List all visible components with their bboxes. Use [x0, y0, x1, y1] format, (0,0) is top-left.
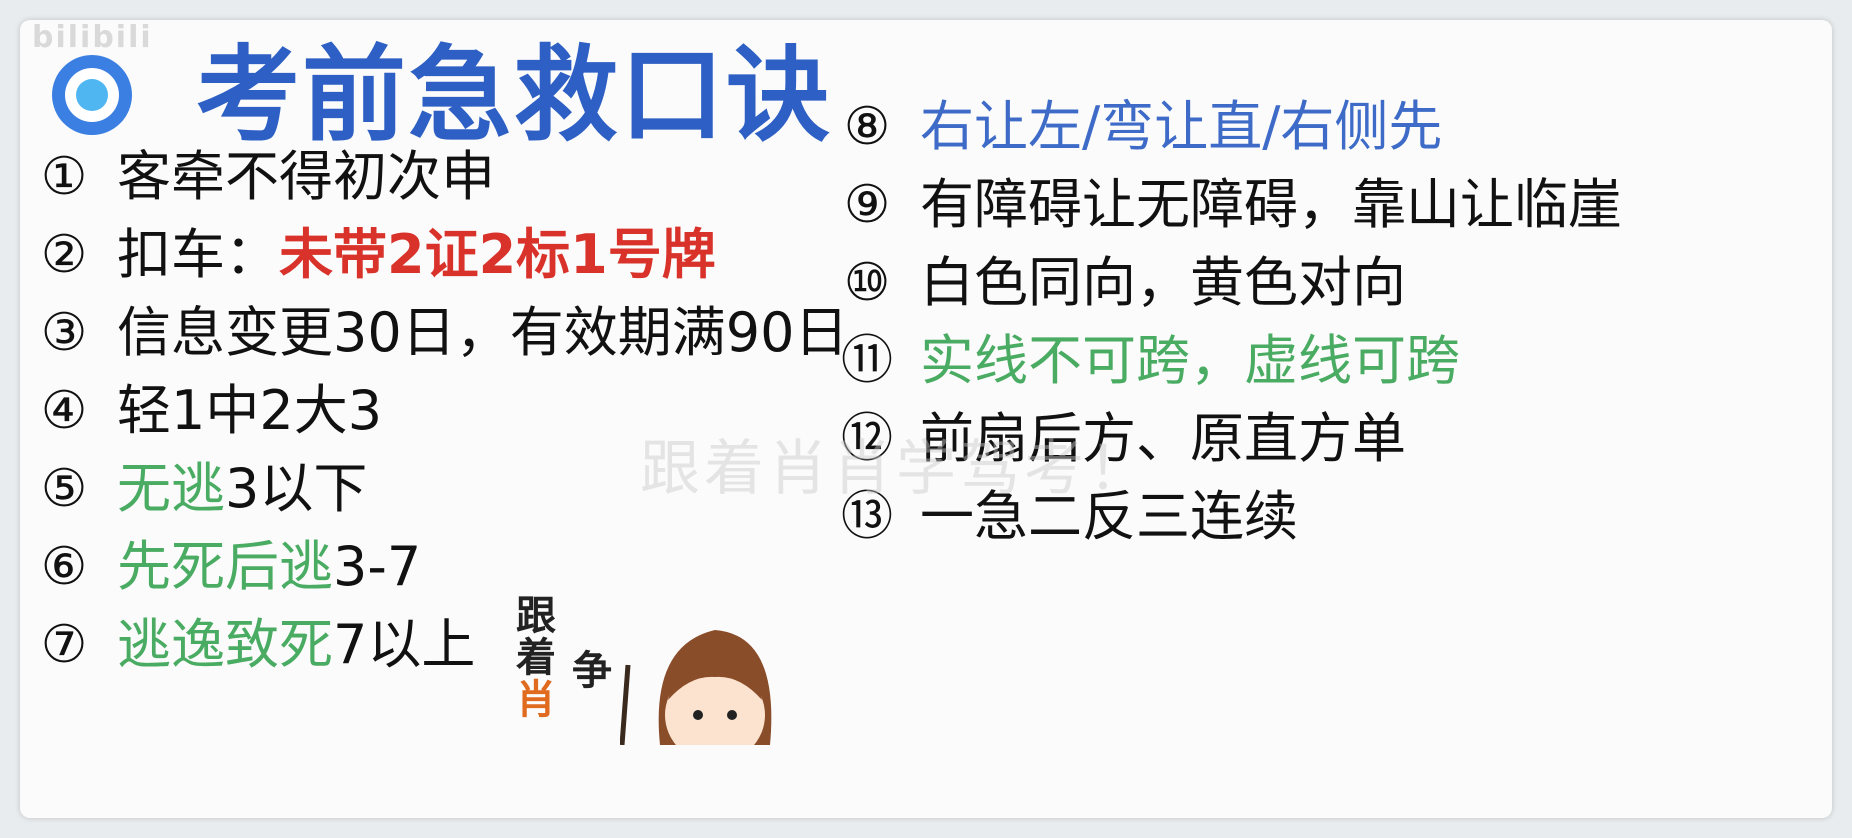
target-icon [52, 55, 132, 135]
rule-highlight: 未带2证2标1号牌 [279, 223, 716, 286]
mascot-caption-right: 争 [570, 650, 614, 692]
rule-item-7: ⑦ 逃逸致死 7以上 [35, 613, 476, 676]
mascot-caption-left: 跟 着 肖 [514, 595, 558, 721]
mascot-char: 肖 [516, 677, 556, 723]
rule-highlight: 无逃 [117, 457, 225, 520]
rule-text: 3-7 [333, 535, 422, 598]
rule-number: ① [40, 147, 88, 207]
rule-item-8: ⑧ 右让左/弯让直/右侧先 [838, 95, 1443, 158]
rule-highlight: 逃逸致死 [117, 613, 333, 676]
mascot-char: 着 [516, 635, 556, 681]
rule-number: ③ [40, 303, 88, 363]
center-watermark: 跟着肖肖学驾考！ [640, 434, 1152, 504]
rule-highlight: 先死后逃 [117, 535, 333, 598]
rule-text: 客牵不得初次申 [117, 145, 495, 208]
rule-item-9: ⑨ 有障碍让无障碍，靠山让临崖 [838, 178, 1622, 232]
rule-text: 7以上 [333, 613, 476, 676]
rule-number: ⑥ [40, 537, 88, 597]
rule-number: ⑨ [843, 175, 891, 235]
title-row: 考前急救口诀 [50, 40, 832, 150]
slide-card: bilibili 考前急救口诀 ① 客牵不得初次申 ② 扣车： 未带2证2标1号… [20, 20, 1832, 818]
mascot-char: 跟 [516, 593, 556, 639]
rule-text: 3以下 [225, 457, 368, 520]
rule-text: 轻1中2大3 [117, 379, 383, 442]
rule-item-4: ④ 轻1中2大3 [35, 384, 382, 438]
rule-text: 扣车： [117, 223, 279, 286]
rule-item-10: ⑩ 白色同向，黄色对向 [838, 256, 1406, 310]
rule-text: 信息变更30日，有效期满90日 [117, 301, 849, 364]
rule-number: ⑦ [40, 615, 88, 675]
mascot-girl-image [620, 630, 772, 745]
rule-item-2: ② 扣车： 未带2证2标1号牌 [35, 228, 716, 282]
rule-item-1: ① 客牵不得初次申 [35, 150, 495, 204]
rule-number: ④ [40, 381, 88, 441]
rule-item-5: ⑤ 无逃 3以下 [35, 457, 368, 520]
rule-item-6: ⑥ 先死后逃 3-7 [35, 535, 422, 598]
page-title: 考前急救口诀 [196, 34, 833, 156]
mascot-char: 争 [572, 648, 612, 694]
rule-text: 有障碍让无障碍，靠山让临崖 [920, 173, 1622, 236]
rule-number: ⑩ [843, 253, 891, 313]
rule-highlight: 实线不可跨，虚线可跨 [920, 329, 1460, 392]
rule-highlight: 右让左/弯让直/右侧先 [920, 95, 1443, 158]
rule-number: ⑪ [840, 331, 893, 391]
rule-text: 白色同向，黄色对向 [920, 251, 1406, 314]
rule-item-11: ⑪ 实线不可跨，虚线可跨 [838, 334, 1460, 388]
rule-number: ⑧ [843, 97, 891, 157]
rule-item-3: ③ 信息变更30日，有效期满90日 [35, 301, 849, 364]
rule-number: ② [40, 225, 88, 285]
rule-number: ⑤ [40, 459, 88, 519]
